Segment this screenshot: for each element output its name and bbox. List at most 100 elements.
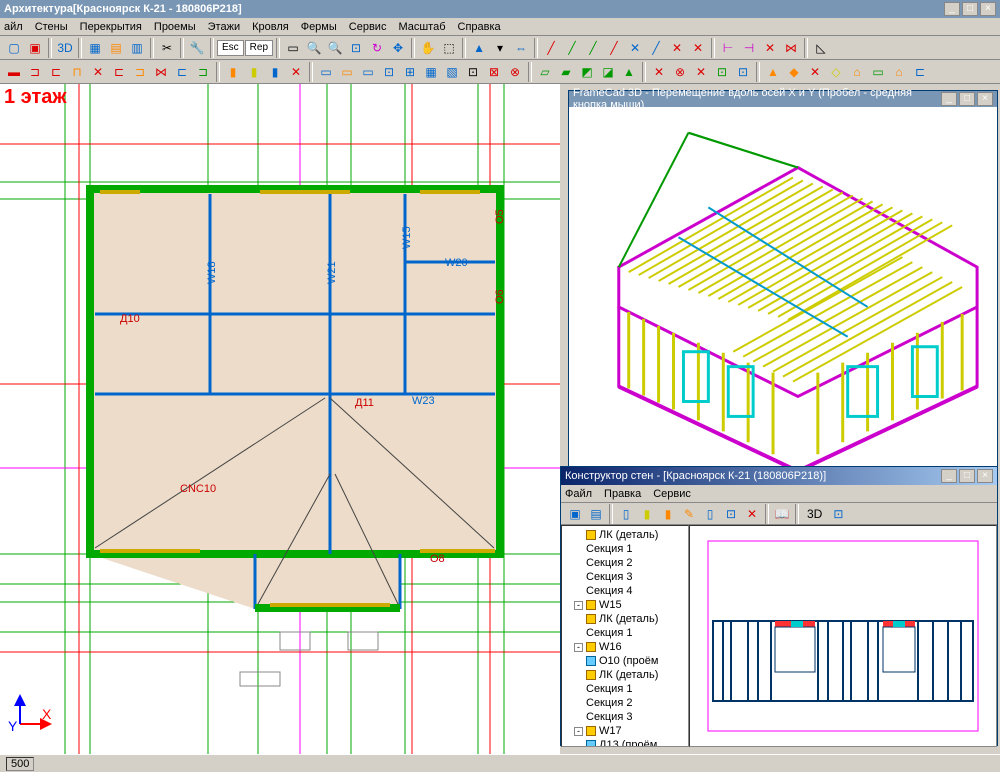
stud2-icon[interactable]: ▮ <box>244 62 264 82</box>
save-icon[interactable]: ▣ <box>25 38 45 58</box>
menu-service[interactable]: Сервис <box>349 21 387 33</box>
menu-roof[interactable]: Кровля <box>252 21 289 33</box>
zoom-out-icon[interactable]: 🔍 <box>325 38 345 58</box>
wrench-icon[interactable]: 🔧 <box>187 38 207 58</box>
floorx2-icon[interactable]: ⊗ <box>505 62 525 82</box>
menu-trusses[interactable]: Фермы <box>301 21 337 33</box>
pan-icon[interactable]: ✥ <box>388 38 408 58</box>
wall-preview[interactable] <box>689 525 997 747</box>
plan-canvas[interactable]: W15 W18 W20 W21 W23 CNC10 О5 О6 О8 Д10 Д… <box>0 84 560 754</box>
wall-tree[interactable]: ЛК (деталь)Секция 1Секция 2Секция 3Секци… <box>561 525 689 747</box>
wall4-icon[interactable]: ⊓ <box>67 62 87 82</box>
win3d-titlebar[interactable]: FrameCad 3D - Перемещение вдоль осей X и… <box>569 91 997 107</box>
del5-icon[interactable]: ⊡ <box>733 62 753 82</box>
cut-icon[interactable]: ✂ <box>157 38 177 58</box>
wall-tb4-icon[interactable]: ▮ <box>637 504 657 524</box>
menu-file[interactable]: айл <box>4 21 23 33</box>
wall-pencil-icon[interactable]: ✎ <box>679 504 699 524</box>
t3-icon[interactable]: ✕ <box>805 62 825 82</box>
cross3-icon[interactable]: ✕ <box>688 38 708 58</box>
del1-icon[interactable]: ✕ <box>649 62 669 82</box>
tree-node[interactable]: Секция 1 <box>586 626 686 640</box>
refresh-icon[interactable]: ↻ <box>367 38 387 58</box>
3d-icon[interactable]: 3D <box>55 38 75 58</box>
wall8-icon[interactable]: ⊏ <box>172 62 192 82</box>
t1-icon[interactable]: ▲ <box>763 62 783 82</box>
view2-icon[interactable]: ▤ <box>106 38 126 58</box>
studx-icon[interactable]: ✕ <box>286 62 306 82</box>
wall-tb8-icon[interactable]: ⊡ <box>828 504 848 524</box>
canvas-3d[interactable] <box>569 107 997 475</box>
tree-node[interactable]: ЛК (деталь) <box>586 528 686 542</box>
roof5-icon[interactable]: ▲ <box>619 62 639 82</box>
wall-tbx-icon[interactable]: ✕ <box>742 504 762 524</box>
wall-tb6-icon[interactable]: ▯ <box>700 504 720 524</box>
wall6-icon[interactable]: ⊐ <box>130 62 150 82</box>
wall-tb7-icon[interactable]: ⊡ <box>721 504 741 524</box>
wall9-icon[interactable]: ⊐ <box>193 62 213 82</box>
view1-icon[interactable]: ▦ <box>85 38 105 58</box>
menu-help[interactable]: Справка <box>458 21 501 33</box>
roof2-icon[interactable]: ▰ <box>556 62 576 82</box>
expand-icon[interactable]: - <box>574 601 583 610</box>
win3d-min-icon[interactable]: _ <box>941 92 957 106</box>
rep-button[interactable]: Rep <box>245 40 273 56</box>
close-icon[interactable]: × <box>980 2 996 16</box>
t6-icon[interactable]: ⊏ <box>910 62 930 82</box>
wall-book-icon[interactable]: 📖 <box>772 504 792 524</box>
del4-icon[interactable]: ⊡ <box>712 62 732 82</box>
tree-node[interactable]: Секция 2 <box>586 696 686 710</box>
wall-max-icon[interactable]: □ <box>959 469 975 483</box>
roof3-icon[interactable]: ◩ <box>577 62 597 82</box>
cross1-icon[interactable]: ✕ <box>625 38 645 58</box>
tree-node[interactable]: О10 (проём <box>586 654 686 668</box>
up-arrow-icon[interactable]: ▲ <box>469 38 489 58</box>
zoom-fit-icon[interactable]: ⊡ <box>346 38 366 58</box>
wall1-icon[interactable]: ▬ <box>4 62 24 82</box>
tree-node[interactable]: Секция 1 <box>586 542 686 556</box>
view3-icon[interactable]: ▥ <box>127 38 147 58</box>
tri-icon[interactable]: ◺ <box>811 38 831 58</box>
menu-walls[interactable]: Стены <box>35 21 68 33</box>
wall2-icon[interactable]: ⊐ <box>25 62 45 82</box>
wall7-icon[interactable]: ⋈ <box>151 62 171 82</box>
floor2-icon[interactable]: ▭ <box>337 62 357 82</box>
line4-icon[interactable]: ╱ <box>604 38 624 58</box>
wall5-icon[interactable]: ⊏ <box>109 62 129 82</box>
tree-node[interactable]: Д13 (проём <box>586 738 686 747</box>
menu-scale[interactable]: Масштаб <box>398 21 445 33</box>
stud3-icon[interactable]: ▮ <box>265 62 285 82</box>
tree-node[interactable]: -W17 <box>574 724 686 738</box>
floor6-icon[interactable]: ▦ <box>421 62 441 82</box>
tree-node[interactable]: Секция 4 <box>586 584 686 598</box>
t4-icon[interactable]: ◇ <box>826 62 846 82</box>
expand-icon[interactable]: - <box>574 727 583 736</box>
line3-icon[interactable]: ╱ <box>583 38 603 58</box>
menu-floors[interactable]: Перекрытия <box>80 21 142 33</box>
guide2-icon[interactable]: ⊣ <box>739 38 759 58</box>
guide1-icon[interactable]: ⊢ <box>718 38 738 58</box>
wall3-icon[interactable]: ⊏ <box>46 62 66 82</box>
tree-node[interactable]: Секция 2 <box>586 556 686 570</box>
rect-icon[interactable]: ▭ <box>283 38 303 58</box>
wall-menu-edit[interactable]: Правка <box>604 488 641 500</box>
wall-tb2-icon[interactable]: ▤ <box>586 504 606 524</box>
wall-titlebar[interactable]: Конструктор стен - [Красноярск К-21 (180… <box>561 467 997 485</box>
expand-icon[interactable]: ⇔ <box>511 38 531 58</box>
tree-node[interactable]: Секция 3 <box>586 710 686 724</box>
tree-node[interactable]: ЛК (деталь) <box>586 612 686 626</box>
home-icon[interactable]: ⌂ <box>847 62 867 82</box>
menu-levels[interactable]: Этажи <box>208 21 240 33</box>
zoom-in-icon[interactable]: 🔍 <box>304 38 324 58</box>
line5-icon[interactable]: ╱ <box>646 38 666 58</box>
stud1-icon[interactable]: ▮ <box>223 62 243 82</box>
wall-tb5-icon[interactable]: ▮ <box>658 504 678 524</box>
t5-icon[interactable]: ▭ <box>868 62 888 82</box>
hand-icon[interactable]: ✋ <box>418 38 438 58</box>
win3d-close-icon[interactable]: × <box>977 92 993 106</box>
floor3-icon[interactable]: ▭ <box>358 62 378 82</box>
wall-tb3-icon[interactable]: ▯ <box>616 504 636 524</box>
floor4-icon[interactable]: ⊡ <box>379 62 399 82</box>
menu-openings[interactable]: Проемы <box>154 21 196 33</box>
tree-node[interactable]: -W16 <box>574 640 686 654</box>
